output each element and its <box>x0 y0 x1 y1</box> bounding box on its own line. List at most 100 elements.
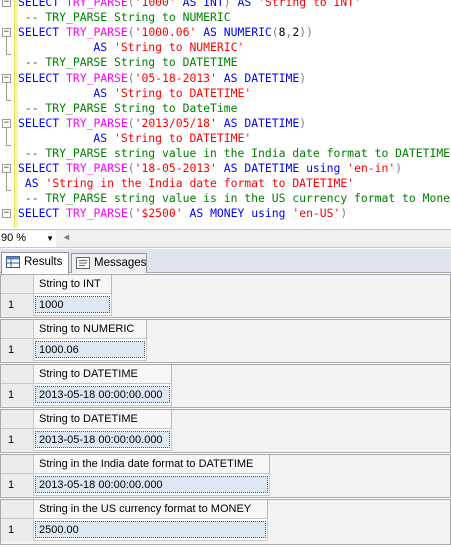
grid-corner[interactable] <box>1 275 34 294</box>
grid-empty <box>148 339 450 362</box>
code-token: using <box>299 161 348 176</box>
row-number[interactable]: 1 <box>1 339 34 361</box>
collapse-icon[interactable]: − <box>2 209 11 219</box>
chevron-down-icon[interactable]: ▼ <box>46 231 54 246</box>
row-number[interactable]: 1 <box>1 519 34 541</box>
column-header[interactable]: String in the US currency format to MONE… <box>34 500 268 519</box>
row-number[interactable]: 1 <box>1 429 34 451</box>
code-line[interactable]: -- TRY_PARSE String to DATETIME <box>18 55 238 70</box>
code-line[interactable]: SELECT TRY_PARSE('$2500' AS MONEY using … <box>18 206 347 221</box>
result-cell[interactable]: 1000.06 <box>34 339 147 361</box>
code-token: TRY_PARSE <box>66 206 128 221</box>
code-token: TRY_PARSE <box>66 70 128 85</box>
code-line[interactable]: SELECT TRY_PARSE('18-05-2013' AS DATETIM… <box>18 161 402 176</box>
code-token: '05-18-2013' <box>134 70 217 85</box>
scroll-left-icon[interactable]: ◄ <box>62 232 71 242</box>
code-token: DATETIME <box>244 70 300 85</box>
code-line[interactable]: AS 'String in the India date format to D… <box>18 176 354 191</box>
fold-guide <box>6 82 7 100</box>
collapse-icon[interactable]: − <box>2 73 11 83</box>
code-token: SELECT <box>18 206 67 221</box>
code-token: 'String to DATETIME' <box>114 130 252 145</box>
fold-guide <box>6 173 7 191</box>
result-cell[interactable]: 2013-05-18 00:00:00.000 <box>34 474 270 496</box>
code-token: ( <box>127 206 135 221</box>
grid-corner[interactable] <box>1 365 34 384</box>
code-line[interactable]: SELECT TRY_PARSE('2013/05/18' AS DATETIM… <box>18 116 306 131</box>
row-number[interactable]: 1 <box>1 294 34 316</box>
code-token: ( <box>127 0 135 9</box>
grid-empty <box>173 384 450 407</box>
code-token: SELECT <box>18 115 67 130</box>
zoom-dropdown[interactable]: 90 % ▼ <box>0 231 56 247</box>
code-line[interactable]: SELECT TRY_PARSE('1000' AS INT) AS 'Stri… <box>18 0 361 10</box>
code-line[interactable]: AS 'String to NUMERIC' <box>18 40 244 55</box>
tab-messages-label: Messages <box>94 257 147 269</box>
result-grid: String to NUMERIC 1 1000.06 <box>0 319 451 363</box>
code-line[interactable]: SELECT TRY_PARSE('1000.06' AS NUMERIC(8,… <box>18 25 313 40</box>
code-token: -- TRY_PARSE String to DATETIME <box>18 55 238 70</box>
code-token: '1000.06' <box>134 25 197 40</box>
code-token: SELECT <box>18 70 67 85</box>
code-token: AS <box>18 85 115 100</box>
result-cell[interactable]: 2013-05-18 00:00:00.000 <box>34 384 172 406</box>
tab-messages[interactable]: Messages <box>71 253 147 273</box>
grid-empty <box>173 429 450 452</box>
fold-guide-end <box>6 54 11 56</box>
grid-corner[interactable] <box>1 455 34 474</box>
row-number[interactable]: 1 <box>1 384 34 406</box>
result-cell[interactable]: 2013-05-18 00:00:00.000 <box>34 429 172 451</box>
collapse-icon[interactable]: − <box>2 118 11 128</box>
code-token: '$2500' <box>134 206 183 221</box>
code-line[interactable]: -- TRY_PARSE String to DateTime <box>18 101 238 116</box>
code-token: AS <box>216 115 245 130</box>
code-token: AS <box>18 130 115 145</box>
code-token: AS <box>216 70 245 85</box>
code-token: -- TRY_PARSE String to NUMERIC <box>18 10 231 25</box>
query-editor[interactable]: SELECT TRY_PARSE('1000' AS INT) AS 'Stri… <box>0 0 451 228</box>
messages-icon <box>76 257 90 269</box>
collapse-icon[interactable]: − <box>2 164 11 174</box>
result-cell[interactable]: 1000 <box>34 294 112 316</box>
cell-value: 2013-05-18 00:00:00.000 <box>39 389 163 401</box>
code-token: NUMERIC <box>223 25 272 40</box>
code-token: )) <box>299 25 313 40</box>
code-token: ) <box>299 115 307 130</box>
tab-results[interactable]: Results <box>1 252 69 274</box>
code-token: TRY_PARSE <box>66 25 128 40</box>
result-grid: String to INT 1 1000 <box>0 274 451 318</box>
code-line[interactable]: AS 'String to DATETIME' <box>18 86 251 101</box>
column-header[interactable]: String to NUMERIC <box>34 320 147 339</box>
code-token: 'en-US' <box>292 206 341 221</box>
grid-corner[interactable] <box>1 500 34 519</box>
editor-status-bar: 90 % ▼ ◄ <box>0 229 451 248</box>
collapse-icon[interactable]: − <box>2 0 11 7</box>
code-line[interactable]: -- TRY_PARSE String to NUMERIC <box>18 10 231 25</box>
code-token: AS <box>182 206 211 221</box>
code-token: AS <box>216 161 245 176</box>
column-header[interactable]: String in the India date format to DATET… <box>34 455 270 474</box>
code-line[interactable]: SELECT TRY_PARSE('05-18-2013' AS DATETIM… <box>18 71 306 86</box>
code-token: ) <box>223 0 231 9</box>
code-token: AS <box>18 176 46 191</box>
column-header[interactable]: String to INT <box>34 275 112 294</box>
code-line[interactable]: -- TRY_PARSE string value is in the US c… <box>18 191 451 206</box>
code-token: ) <box>340 206 348 221</box>
result-cell[interactable]: 2500.00 <box>34 519 268 541</box>
column-header[interactable]: String to DATETIME <box>34 410 172 429</box>
code-token: SELECT <box>18 161 67 176</box>
code-token: TRY_PARSE <box>66 161 128 176</box>
code-token: TRY_PARSE <box>66 0 128 9</box>
code-token: SELECT <box>18 0 67 9</box>
grid-corner[interactable] <box>1 320 34 339</box>
code-line[interactable]: -- TRY_PARSE string value in the India d… <box>18 146 450 161</box>
cell-value: 2013-05-18 00:00:00.000 <box>39 434 163 446</box>
row-number[interactable]: 1 <box>1 474 34 496</box>
grid-corner[interactable] <box>1 410 34 429</box>
code-token: DATETIME <box>244 161 300 176</box>
column-header[interactable]: String to DATETIME <box>34 365 172 384</box>
code-token: 'en-in' <box>347 161 396 176</box>
collapse-icon[interactable]: − <box>2 28 11 38</box>
code-token: 'String to NUMERIC' <box>114 40 245 55</box>
code-line[interactable]: AS 'String to DATETIME' <box>18 131 251 146</box>
